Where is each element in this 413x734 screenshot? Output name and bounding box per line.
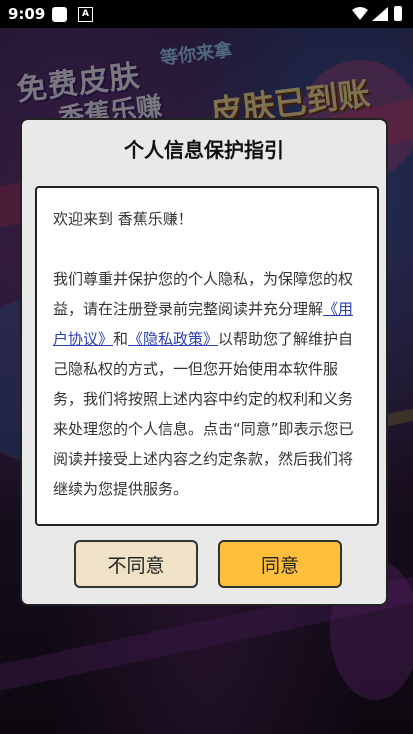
agree-button[interactable]: 同意 (218, 540, 342, 588)
app-notification-icon: A (78, 7, 93, 22)
privacy-policy-link[interactable]: 《隐私政策》 (128, 330, 218, 348)
disagree-button[interactable]: 不同意 (74, 540, 198, 588)
battery-icon (394, 6, 402, 21)
and-text: 和 (113, 330, 129, 348)
privacy-dialog: 个人信息保护指引 欢迎来到 香蕉乐赚！ 我们尊重并保护您的个人隐私，为保障您的权… (20, 118, 388, 606)
status-bar: 9:09 A (0, 0, 413, 28)
body-text: 我们尊重并保护您的个人隐私，为保障您的权益，请在注册登录前完整阅读并充分理解 (53, 270, 354, 318)
dialog-title: 个人信息保护指引 (124, 138, 284, 162)
status-time: 9:09 (8, 5, 46, 23)
privacy-body: 我们尊重并保护您的个人隐私，为保障您的权益，请在注册登录前完整阅读并充分理解《用… (53, 264, 361, 504)
welcome-text: 欢迎来到 香蕉乐赚！ (53, 210, 193, 228)
notification-icon (52, 7, 67, 22)
body-text: 以帮助您了解维护自己隐私权的方式，一但您开始使用本软件服务，我们将按照上述内容中… (53, 330, 354, 498)
wifi-icon (352, 7, 368, 20)
dialog-content[interactable]: 欢迎来到 香蕉乐赚！ 我们尊重并保护您的个人隐私，为保障您的权益，请在注册登录前… (35, 186, 379, 526)
signal-icon (372, 7, 388, 21)
